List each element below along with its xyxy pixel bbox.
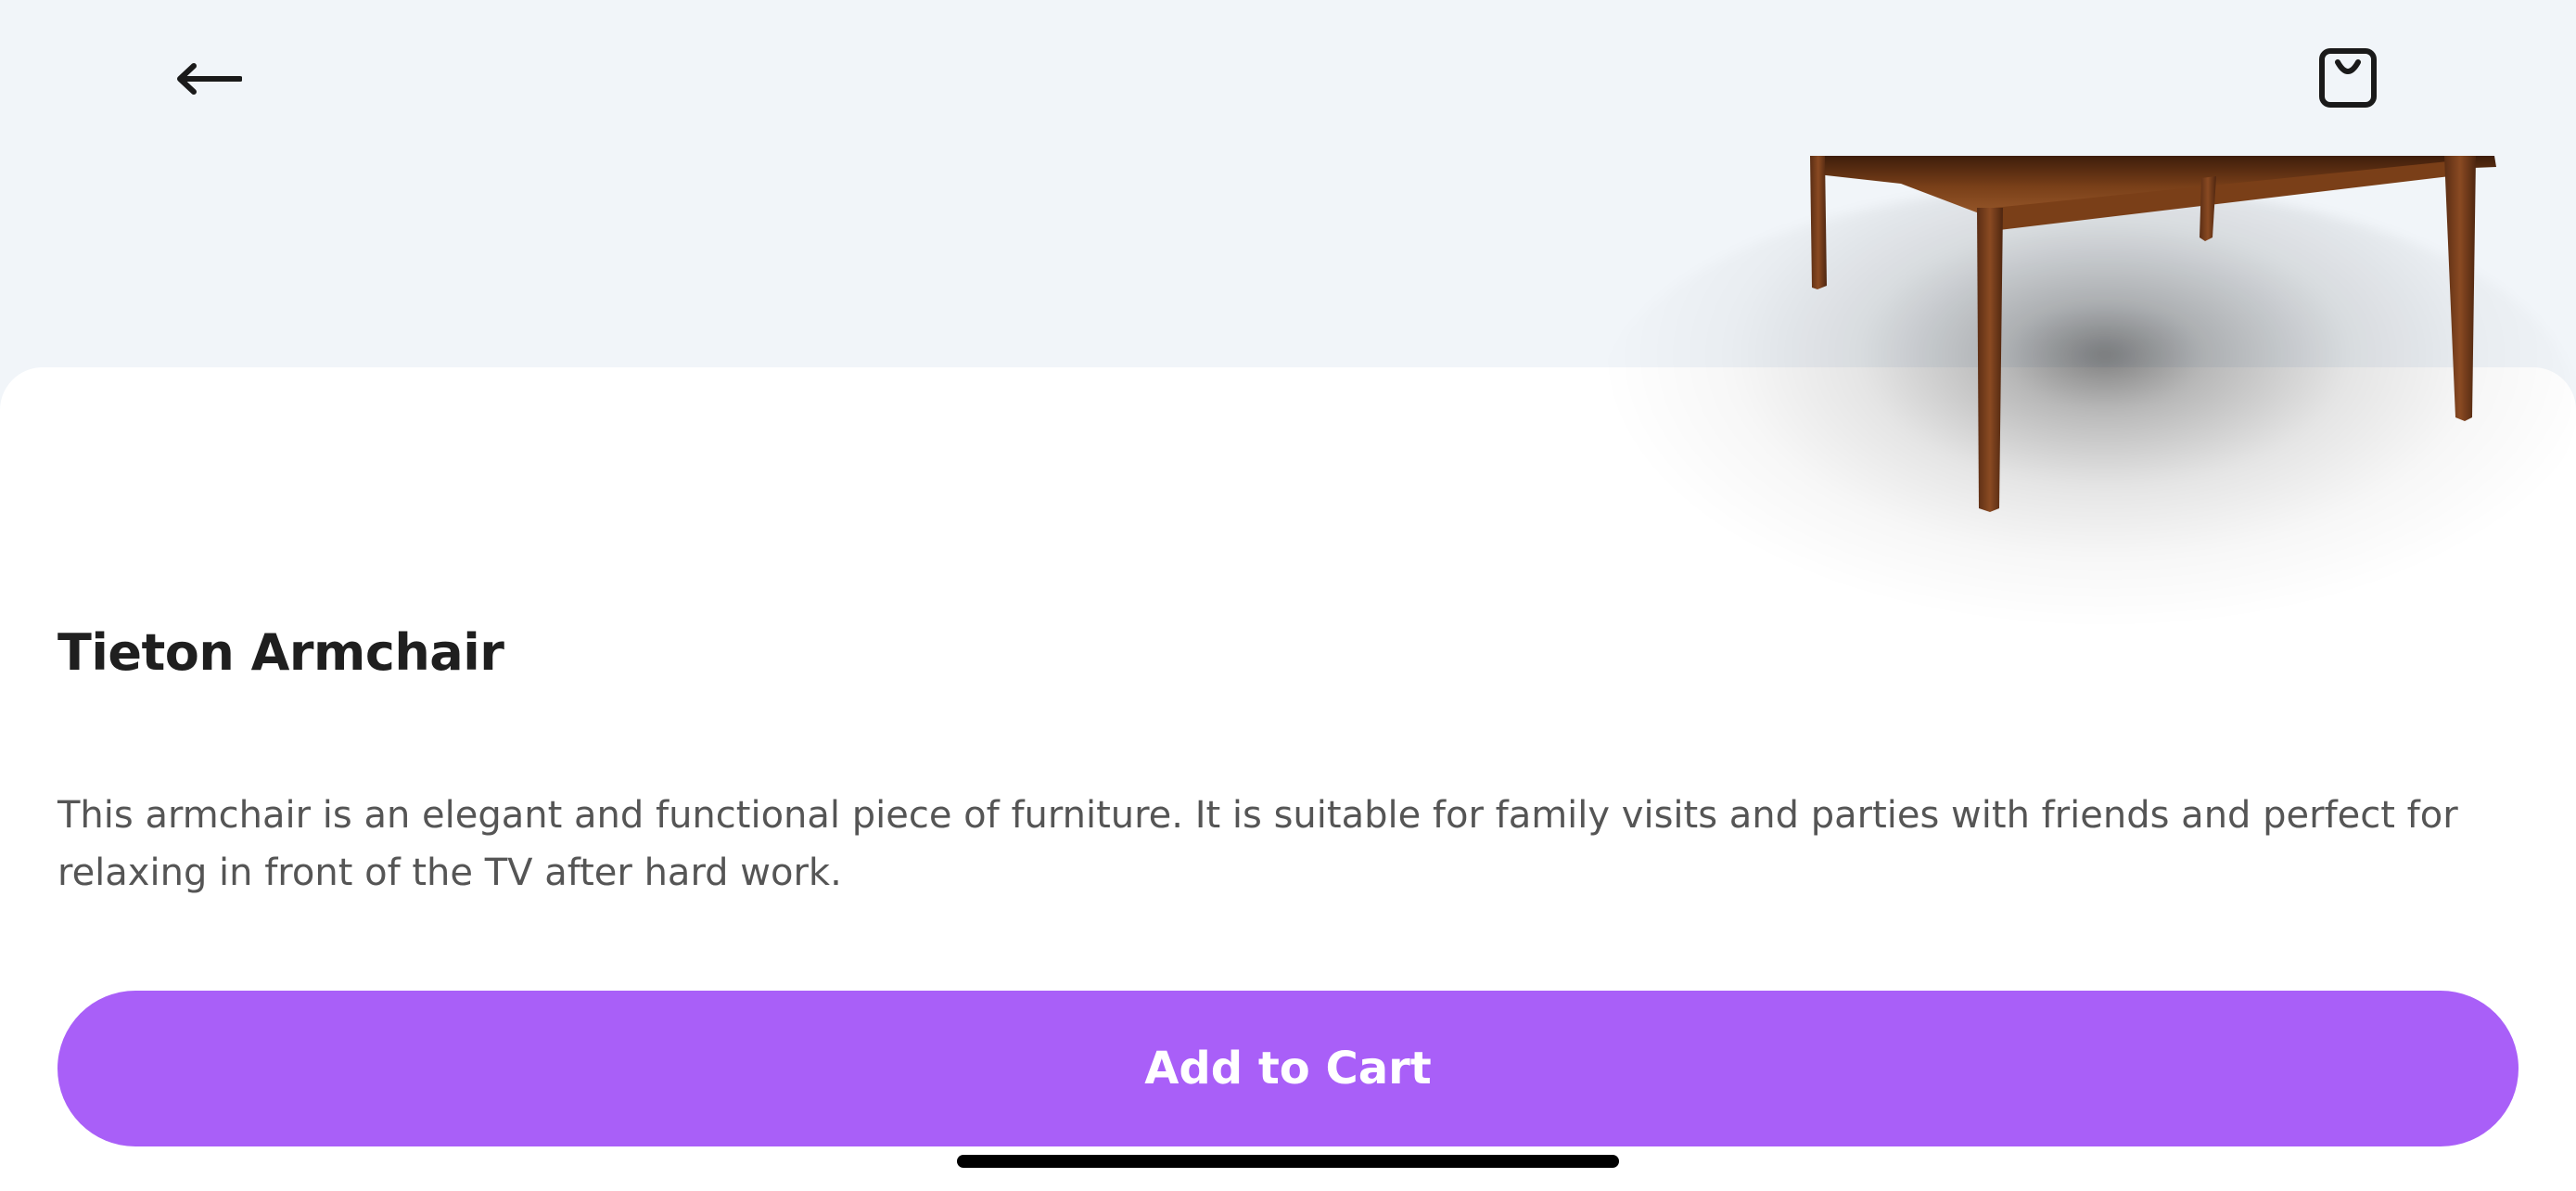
cart-button[interactable] xyxy=(2311,45,2385,111)
product-detail-screen: Tieton Armchair This armchair is an eleg… xyxy=(0,0,2576,1191)
product-description: This armchair is an elegant and function… xyxy=(57,794,2458,894)
shopping-bag-icon xyxy=(2319,48,2377,108)
product-title: Tieton Armchair xyxy=(57,623,504,682)
home-indicator[interactable] xyxy=(957,1155,1619,1168)
armchair-image xyxy=(1810,156,2496,512)
add-to-cart-button[interactable]: Add to Cart xyxy=(57,991,2519,1146)
back-button[interactable] xyxy=(167,46,250,111)
back-arrow-icon xyxy=(177,63,242,95)
